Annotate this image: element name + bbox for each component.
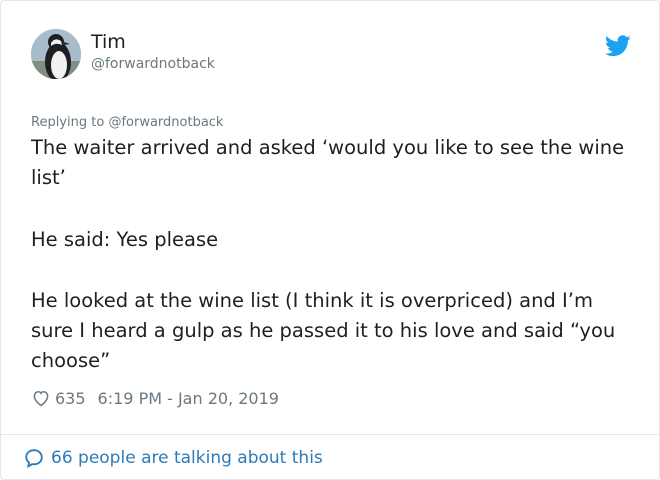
penguin-avatar-icon	[31, 29, 81, 79]
tweet-text: The waiter arrived and asked ‘would you …	[31, 133, 635, 376]
heart-icon[interactable]	[31, 388, 51, 408]
divider	[1, 434, 659, 435]
replying-to: Replying to @forwardnotback	[31, 115, 223, 130]
tweet-paragraph: He said: Yes please	[31, 228, 219, 251]
conversation-link[interactable]: 66 people are talking about this	[23, 445, 323, 471]
like-count[interactable]: 635	[55, 389, 86, 408]
replying-to-handle-link[interactable]: @forwardnotback	[108, 115, 223, 130]
conversation-text: 66 people are talking about this	[51, 448, 323, 468]
user-handle[interactable]: @forwardnotback	[91, 56, 215, 72]
tweet-header: Tim @forwardnotback	[31, 27, 631, 87]
speech-bubble-icon	[25, 449, 43, 468]
display-name[interactable]: Tim	[91, 31, 126, 53]
tweet-paragraph: The waiter arrived and asked ‘would you …	[31, 136, 625, 189]
replying-to-prefix: Replying to	[31, 115, 109, 130]
timestamp[interactable]: 6:19 PM - Jan 20, 2019	[98, 389, 279, 408]
tweet-meta: 635 6:19 PM - Jan 20, 2019	[31, 386, 279, 410]
tweet-card: Tim @forwardnotback Replying to @forward…	[0, 0, 660, 480]
avatar[interactable]	[31, 29, 81, 79]
twitter-bird-icon[interactable]	[605, 35, 631, 57]
tweet-paragraph: He looked at the wine list (I think it i…	[31, 289, 616, 372]
